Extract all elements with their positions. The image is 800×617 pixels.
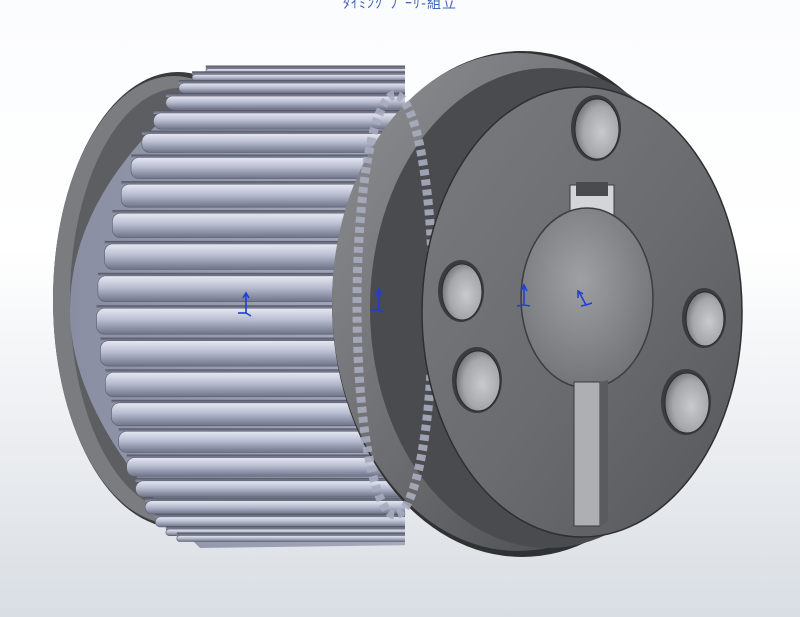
pulley-tooth <box>176 535 405 542</box>
mounting-hole <box>664 372 710 434</box>
mounting-hole <box>574 98 620 160</box>
mounting-hole <box>685 291 725 347</box>
mounting-hole <box>441 263 483 321</box>
mounting-hole <box>455 350 501 412</box>
pulley-tooth <box>154 516 405 528</box>
pulley-model[interactable] <box>0 0 800 617</box>
pulley-tooth <box>144 500 405 515</box>
pulley-tooth <box>191 74 405 82</box>
pulley-tooth <box>178 82 405 94</box>
graphics-viewport[interactable]: ﾀｲﾐﾝｸﾞﾌﾟｰﾘ-組立 <box>0 0 800 617</box>
